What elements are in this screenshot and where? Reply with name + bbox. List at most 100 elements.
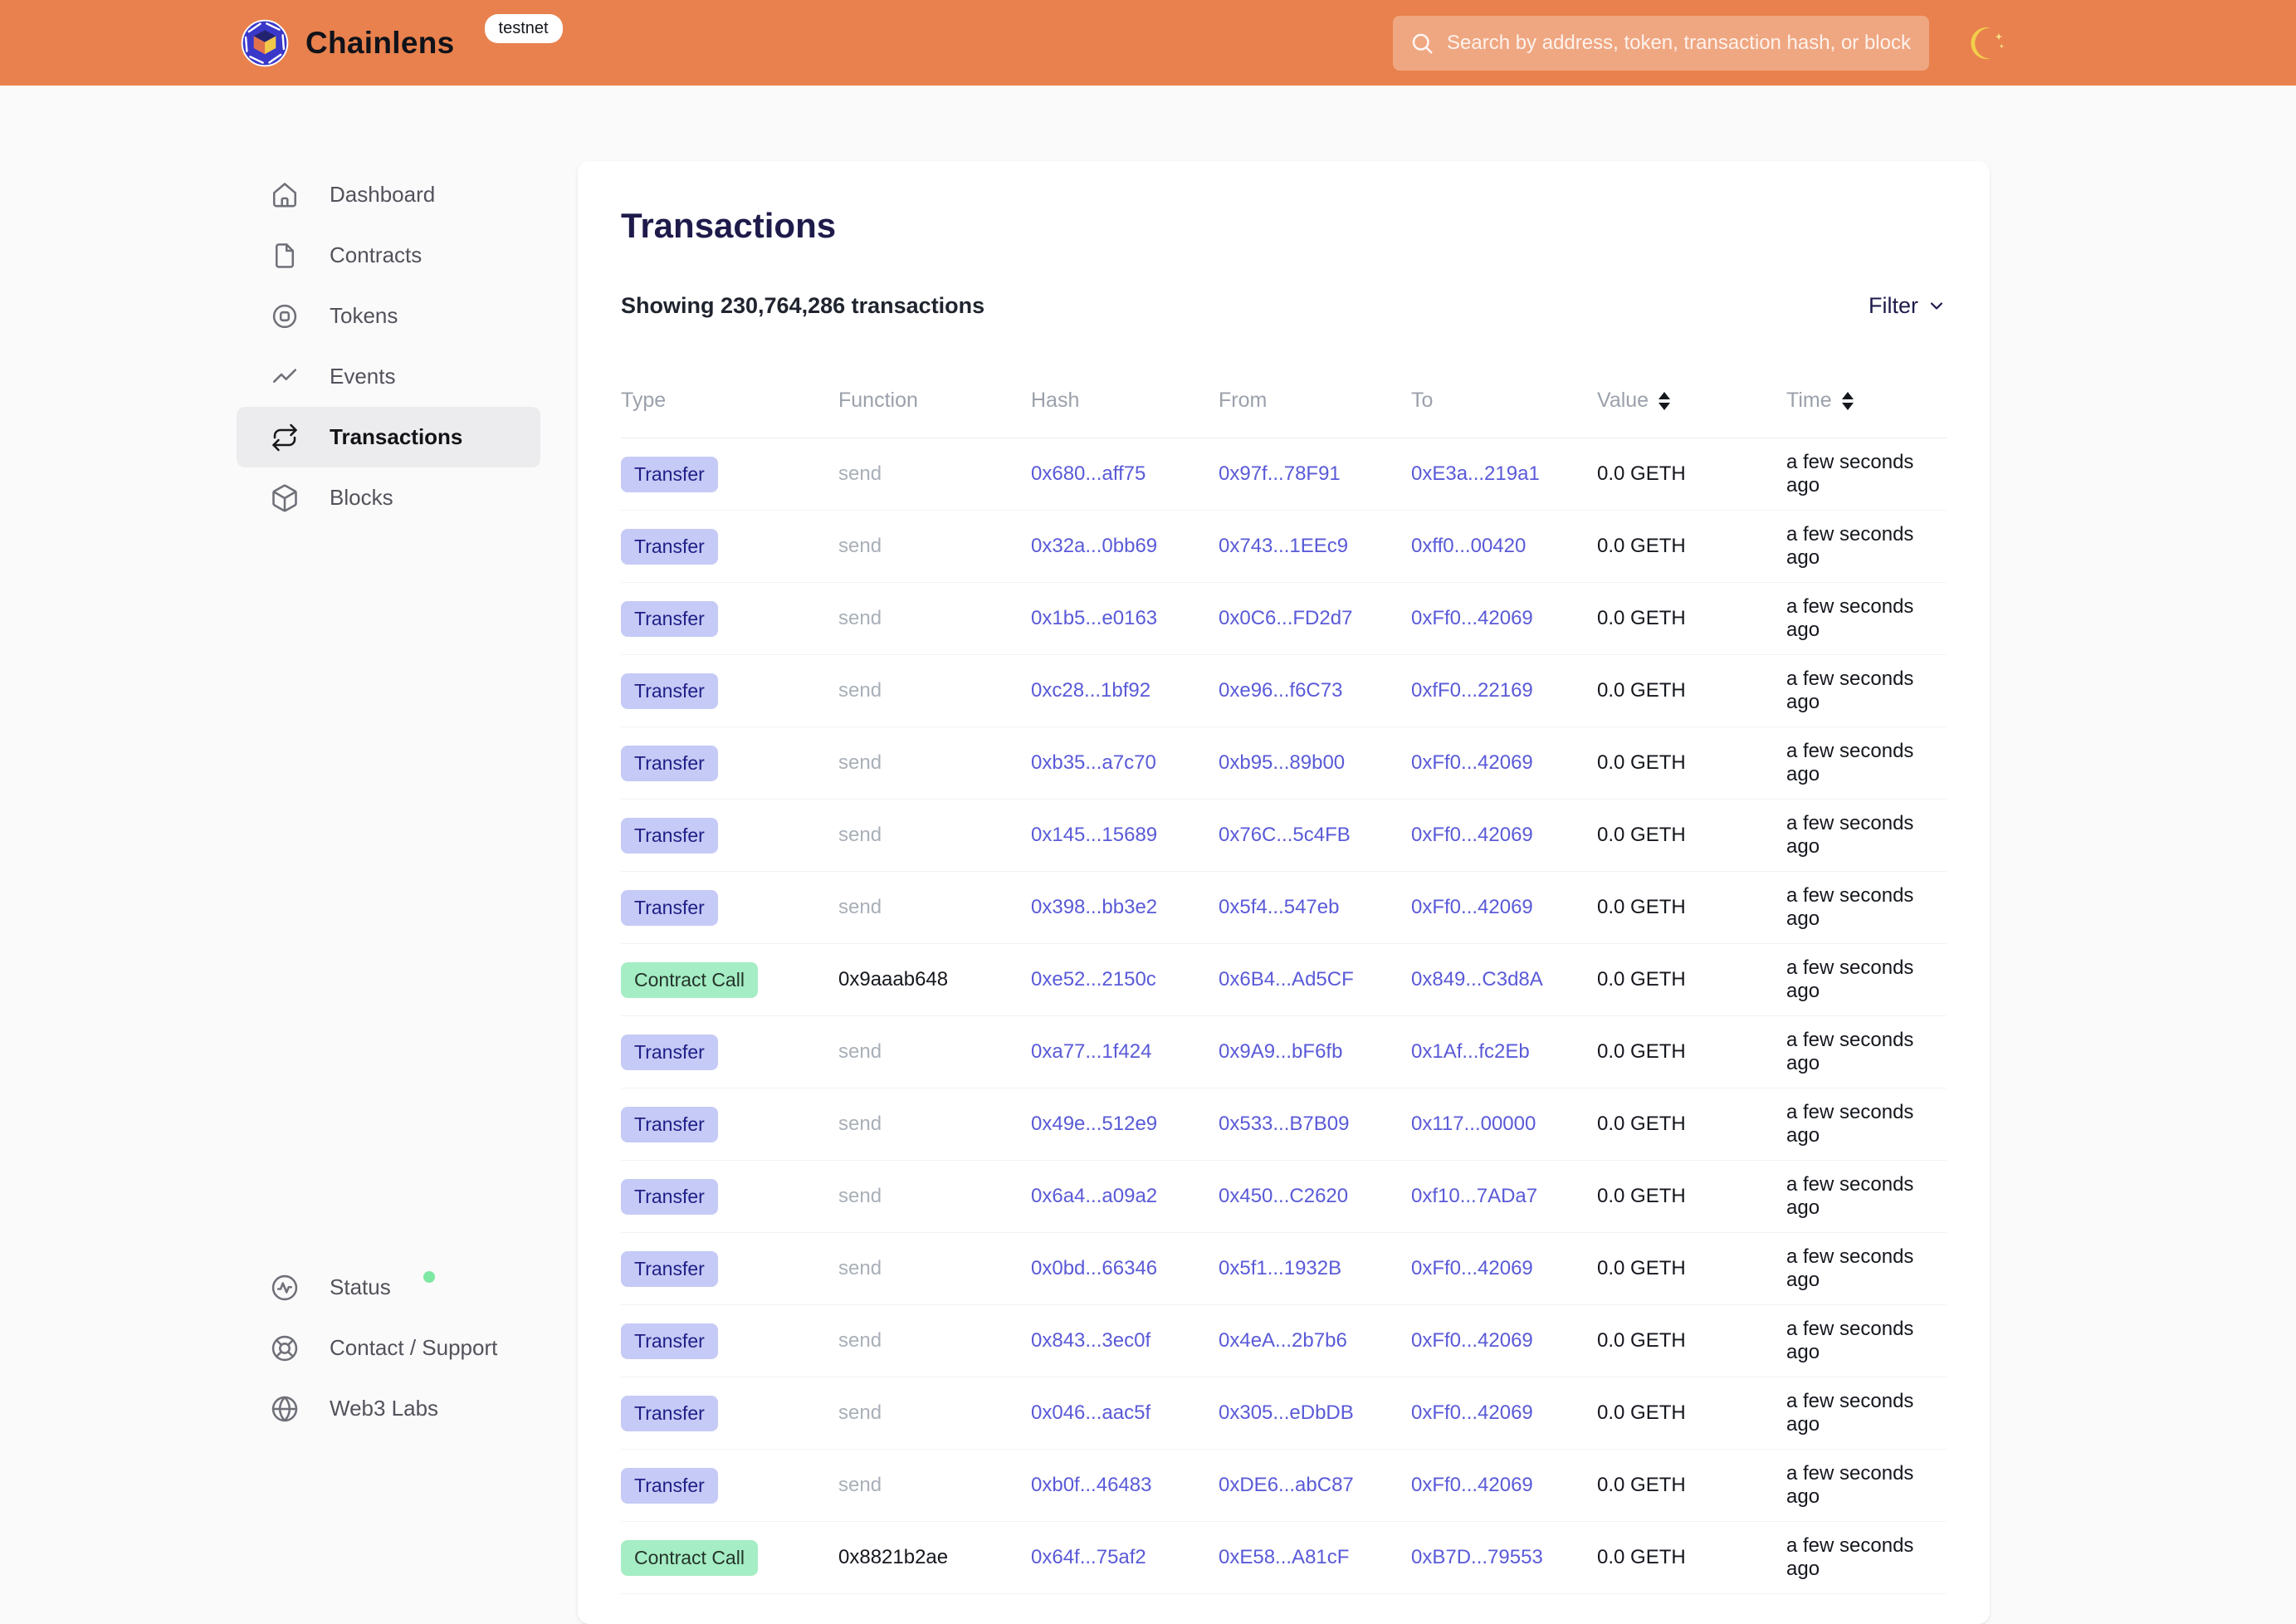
to-link[interactable]: 0xE3a...219a1 — [1411, 462, 1540, 485]
sidebar-item-blocks[interactable]: Blocks — [237, 467, 540, 528]
hash-link[interactable]: 0xe52...2150c — [1031, 968, 1156, 991]
search-bar[interactable] — [1393, 16, 1929, 71]
type-badge: Transfer — [621, 673, 718, 709]
chevron-down-icon — [1927, 296, 1947, 316]
function-cell: send — [838, 896, 1031, 919]
hash-link[interactable]: 0x046...aac5f — [1031, 1401, 1150, 1424]
from-link[interactable]: 0x4eA...2b7b6 — [1219, 1329, 1347, 1352]
hash-link[interactable]: 0xc28...1bf92 — [1031, 679, 1150, 702]
sidebar-item-tokens[interactable]: Tokens — [237, 286, 540, 346]
function-cell: send — [838, 751, 1031, 775]
hash-link[interactable]: 0x6a4...a09a2 — [1031, 1185, 1157, 1207]
type-badge: Transfer — [621, 1396, 718, 1431]
sidebar-item-transactions[interactable]: Transactions — [237, 407, 540, 467]
type-badge: Transfer — [621, 1251, 718, 1287]
table-row: Contract Call0x8821b2ae0x64f...75af20xE5… — [621, 1522, 1947, 1594]
to-link[interactable]: 0x117...00000 — [1411, 1113, 1536, 1135]
from-link[interactable]: 0x76C...5c4FB — [1219, 824, 1351, 846]
value-cell: 0.0 GETH — [1597, 1040, 1786, 1064]
theme-toggle-button[interactable] — [1969, 24, 2007, 62]
to-link[interactable]: 0x1Af...fc2Eb — [1411, 1040, 1530, 1063]
type-badge: Transfer — [621, 457, 718, 492]
value-cell: 0.0 GETH — [1597, 1257, 1786, 1280]
time-cell: a few seconds ago — [1786, 1462, 1947, 1509]
hash-link[interactable]: 0x145...15689 — [1031, 824, 1157, 846]
filter-button[interactable]: Filter — [1869, 293, 1947, 319]
status-icon — [270, 1273, 300, 1303]
function-cell: send — [838, 1401, 1031, 1425]
value-cell: 0.0 GETH — [1597, 824, 1786, 847]
from-link[interactable]: 0xe96...f6C73 — [1219, 679, 1342, 702]
hash-link[interactable]: 0x680...aff75 — [1031, 462, 1146, 485]
column-header-to: To — [1411, 389, 1597, 413]
hash-link[interactable]: 0x398...bb3e2 — [1031, 896, 1157, 918]
time-cell: a few seconds ago — [1786, 668, 1947, 714]
hash-link[interactable]: 0xa77...1f424 — [1031, 1040, 1151, 1063]
hash-link[interactable]: 0x843...3ec0f — [1031, 1329, 1150, 1352]
table-row: Transfersend0x398...bb3e20x5f4...547eb0x… — [621, 872, 1947, 944]
sidebar-item-status[interactable]: Status — [237, 1257, 540, 1318]
from-link[interactable]: 0xE58...A81cF — [1219, 1546, 1349, 1568]
column-header-time[interactable]: Time — [1786, 389, 1947, 413]
hash-link[interactable]: 0x64f...75af2 — [1031, 1546, 1146, 1568]
sidebar-item-events[interactable]: Events — [237, 346, 540, 407]
table-row: Transfersend0x49e...512e90x533...B7B090x… — [621, 1088, 1947, 1161]
from-link[interactable]: 0x743...1EEc9 — [1219, 535, 1348, 557]
from-link[interactable]: 0x97f...78F91 — [1219, 462, 1341, 485]
to-link[interactable]: 0xFf0...42069 — [1411, 1329, 1533, 1352]
from-link[interactable]: 0x305...eDbDB — [1219, 1401, 1354, 1424]
to-link[interactable]: 0xf10...7ADa7 — [1411, 1185, 1537, 1207]
hash-link[interactable]: 0xb0f...46483 — [1031, 1474, 1151, 1496]
to-link[interactable]: 0xFf0...42069 — [1411, 824, 1533, 846]
to-link[interactable]: 0x849...C3d8A — [1411, 968, 1543, 991]
function-cell: send — [838, 1329, 1031, 1353]
from-link[interactable]: 0x5f4...547eb — [1219, 896, 1339, 918]
from-link[interactable]: 0xb95...89b00 — [1219, 751, 1345, 774]
from-link[interactable]: 0x0C6...FD2d7 — [1219, 607, 1352, 629]
to-link[interactable]: 0xFf0...42069 — [1411, 1401, 1533, 1424]
value-cell: 0.0 GETH — [1597, 1401, 1786, 1425]
from-link[interactable]: 0x450...C2620 — [1219, 1185, 1348, 1207]
table-row: Contract Call0x9aaab6480xe52...2150c0x6B… — [621, 944, 1947, 1016]
column-header-hash: Hash — [1031, 389, 1219, 413]
time-cell: a few seconds ago — [1786, 451, 1947, 497]
to-link[interactable]: 0xFf0...42069 — [1411, 1257, 1533, 1279]
hash-link[interactable]: 0x1b5...e0163 — [1031, 607, 1157, 629]
type-badge: Transfer — [621, 1035, 718, 1070]
brand: Chainlens testnet — [241, 19, 563, 67]
sidebar-item-contact-support[interactable]: Contact / Support — [237, 1318, 540, 1378]
search-input[interactable] — [1447, 32, 1913, 55]
hash-link[interactable]: 0x32a...0bb69 — [1031, 535, 1157, 557]
to-link[interactable]: 0xFf0...42069 — [1411, 1474, 1533, 1496]
sidebar-item-label: Dashboard — [330, 182, 435, 208]
from-link[interactable]: 0x6B4...Ad5CF — [1219, 968, 1354, 991]
sidebar-item-label: Tokens — [330, 303, 398, 329]
home-icon — [270, 180, 300, 210]
hash-link[interactable]: 0xb35...a7c70 — [1031, 751, 1156, 774]
to-link[interactable]: 0xFf0...42069 — [1411, 607, 1533, 629]
sidebar-nav: Dashboard Contracts Tokens EventsTransactio… — [237, 164, 540, 528]
search-icon — [1409, 31, 1434, 56]
sidebar-item-dashboard[interactable]: Dashboard — [237, 164, 540, 225]
from-link[interactable]: 0x9A9...bF6fb — [1219, 1040, 1342, 1063]
transactions-card: Transactions Showing 230,764,286 transac… — [578, 161, 1990, 1624]
from-link[interactable]: 0xDE6...abC87 — [1219, 1474, 1354, 1496]
to-link[interactable]: 0xfF0...22169 — [1411, 679, 1533, 702]
to-link[interactable]: 0xB7D...79553 — [1411, 1546, 1543, 1568]
sidebar-item-web3-labs[interactable]: Web3 Labs — [237, 1378, 540, 1439]
table-row: Transfersend0x145...156890x76C...5c4FB0x… — [621, 800, 1947, 872]
to-link[interactable]: 0xFf0...42069 — [1411, 896, 1533, 918]
from-link[interactable]: 0x533...B7B09 — [1219, 1113, 1349, 1135]
column-header-value[interactable]: Value — [1597, 389, 1786, 413]
type-badge: Transfer — [621, 1323, 718, 1359]
hash-link[interactable]: 0x49e...512e9 — [1031, 1113, 1157, 1135]
from-link[interactable]: 0x5f1...1932B — [1219, 1257, 1341, 1279]
moon-icon — [1969, 24, 2007, 62]
function-cell: 0x9aaab648 — [838, 968, 1031, 991]
hash-link[interactable]: 0x0bd...66346 — [1031, 1257, 1157, 1279]
to-link[interactable]: 0xff0...00420 — [1411, 535, 1526, 557]
value-cell: 0.0 GETH — [1597, 968, 1786, 991]
to-link[interactable]: 0xFf0...42069 — [1411, 751, 1533, 774]
sidebar-item-contracts[interactable]: Contracts — [237, 225, 540, 286]
token-icon — [270, 301, 300, 331]
